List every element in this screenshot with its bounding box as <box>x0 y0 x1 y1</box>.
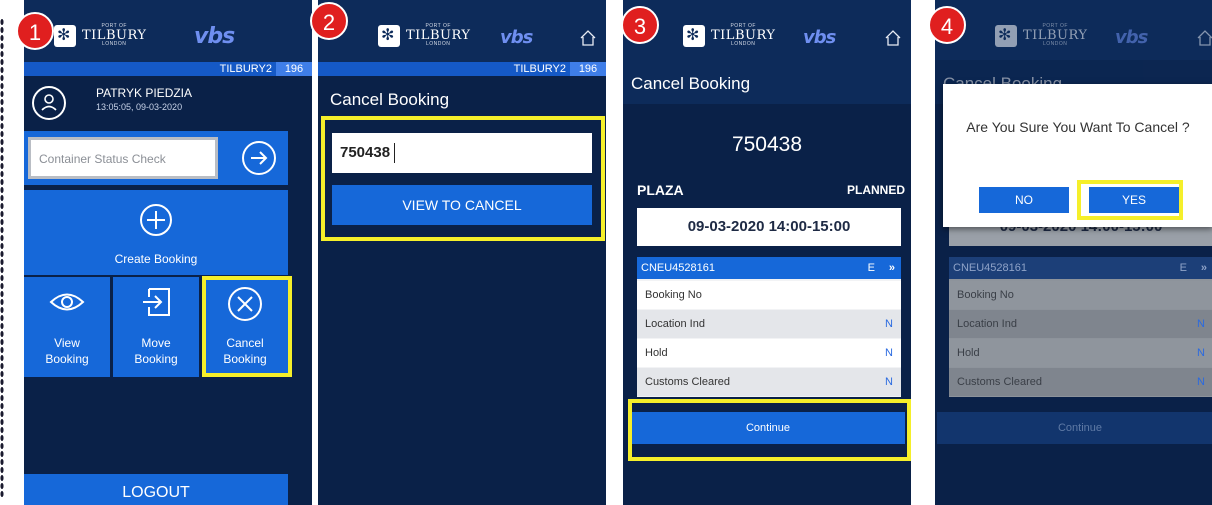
step-badge-3: 3 <box>621 6 659 44</box>
detail-row: Customs Cleared N <box>949 368 1212 396</box>
home-icon[interactable] <box>580 30 596 46</box>
highlight-input-area <box>321 116 605 241</box>
detail-row: Location Ind N <box>637 310 901 338</box>
container-number: CNEU4528161 <box>641 262 715 274</box>
container-details-dimmed: CNEU4528161 E » Booking No Location Ind N… <box>949 257 1212 397</box>
logout-button[interactable]: LOGOUT <box>24 474 288 505</box>
highlight-yes <box>1077 180 1183 220</box>
vbs-logo: vbs <box>1115 27 1148 48</box>
tilbury-logo: PORT OF TILBURY LONDON <box>378 24 470 47</box>
app-header: PORT OF TILBURY LONDON vbs <box>318 0 606 62</box>
crest-icon <box>378 24 400 47</box>
slot-time: 09-03-2020 14:00-15:00 <box>637 208 901 246</box>
detail-row: Hold N <box>949 339 1212 367</box>
vbs-logo: vbs <box>500 27 533 48</box>
eye-icon <box>49 293 85 311</box>
user-timestamp: 13:05:05, 09-03-2020 <box>96 102 183 112</box>
user-name: PATRYK PIEDZIA <box>96 86 193 100</box>
plus-circle-icon <box>140 204 172 236</box>
continue-button-dimmed: Continue <box>937 412 1212 444</box>
booking-number: 750438 <box>731 133 803 156</box>
highlight-cancel-booking <box>202 276 292 377</box>
create-booking-label: Create Booking <box>114 252 198 266</box>
status-check-bar: Container Status Check <box>24 131 288 185</box>
app-header: PORT OF TILBURY LONDON vbs <box>24 0 312 62</box>
detail-row: Location Ind N <box>949 310 1212 338</box>
container-header[interactable]: CNEU4528161 E » <box>637 257 901 279</box>
crest-icon <box>683 24 705 47</box>
app-header: PORT OF TILBURY LONDON vbs <box>935 0 1212 60</box>
chevron-right-icon: » <box>888 262 895 274</box>
terminal-name: TILBURY2 <box>219 63 272 75</box>
arrow-right-icon <box>242 141 276 175</box>
no-button[interactable]: NO <box>979 187 1069 213</box>
dialog-message: Are You Sure You Want To Cancel ? <box>966 119 1190 135</box>
terminal-number: 196 <box>570 62 606 76</box>
move-in-icon <box>143 288 170 316</box>
container-number: CNEU4528161 <box>953 262 1027 274</box>
step-badge-4: 4 <box>928 6 966 44</box>
terminal-bar: TILBURY2 196 <box>24 62 312 76</box>
terminal-bar: TILBURY2 196 <box>318 62 606 76</box>
title-bar: Cancel Booking <box>623 60 911 104</box>
page-title: Cancel Booking <box>330 90 450 109</box>
container-flag: E <box>867 262 875 274</box>
detail-row: Hold N <box>637 339 901 367</box>
container-status-input[interactable]: Container Status Check <box>28 137 218 179</box>
detail-row: Customs Cleared N <box>637 368 901 396</box>
tilbury-logo: PORT OF TILBURY LONDON <box>54 24 146 47</box>
detail-row: Booking No <box>949 281 1212 309</box>
dotted-border <box>0 18 4 498</box>
screen-main-menu: PORT OF TILBURY LONDON vbs TILBURY2 196 … <box>24 0 312 505</box>
step-badge-1: 1 <box>16 12 54 50</box>
plaza-label: PLAZA <box>637 182 684 198</box>
move-booking-button[interactable]: Move Booking <box>113 277 199 377</box>
input-placeholder: Container Status Check <box>39 152 166 166</box>
highlight-continue <box>628 399 911 461</box>
step-badge-2: 2 <box>310 2 348 40</box>
user-icon <box>32 86 66 120</box>
tilbury-logo: PORT OF TILBURY LONDON <box>995 24 1087 47</box>
terminal-name: TILBURY2 <box>513 63 566 75</box>
terminal-number: 196 <box>276 62 312 76</box>
detail-row: Booking No <box>637 281 901 309</box>
chevron-right-icon: » <box>1200 262 1207 274</box>
tilbury-logo: PORT OF TILBURY LONDON <box>683 24 775 47</box>
container-flag: E <box>1179 262 1187 274</box>
crest-icon <box>995 24 1017 47</box>
status-label: PLANNED <box>846 183 905 197</box>
create-booking-button[interactable]: Create Booking <box>24 190 288 275</box>
move-booking-label: Move Booking <box>134 336 178 366</box>
screen-confirm-cancel: PORT OF TILBURY LONDON vbs Cancel Bookin… <box>935 0 1212 505</box>
home-icon[interactable] <box>885 30 901 46</box>
vbs-logo: vbs <box>194 24 235 49</box>
home-icon <box>1197 30 1212 46</box>
view-booking-button[interactable]: View Booking <box>24 277 110 377</box>
go-arrow-button[interactable] <box>240 139 278 177</box>
view-booking-label: View Booking <box>45 336 89 366</box>
screen-cancel-input: PORT OF TILBURY LONDON vbs TILBURY2 196 … <box>318 0 606 505</box>
container-header: CNEU4528161 E » <box>949 257 1212 279</box>
container-details: CNEU4528161 E » Booking No Location Ind N… <box>637 257 901 397</box>
page-title: Cancel Booking <box>631 74 751 93</box>
app-header: PORT OF TILBURY LONDON vbs <box>623 0 911 60</box>
vbs-logo: vbs <box>803 27 836 48</box>
crest-icon <box>54 24 76 47</box>
